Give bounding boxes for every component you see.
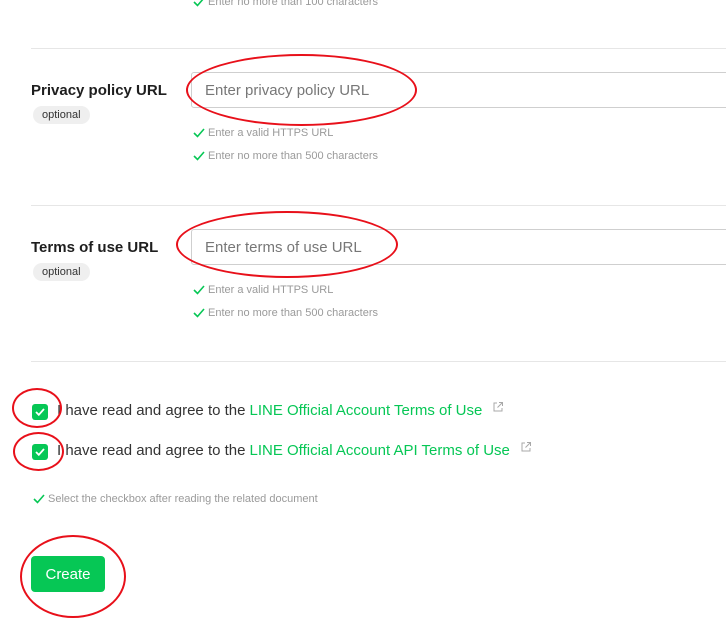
check-icon — [193, 308, 205, 318]
line-terms-of-use-link[interactable]: LINE Official Account Terms of Use — [249, 402, 482, 419]
terms-agreement-row: I have read and agree to the LINE Offici… — [57, 401, 504, 419]
check-icon — [193, 151, 205, 161]
section-divider — [31, 205, 726, 206]
length-hint: Enter no more than 500 characters — [193, 307, 378, 319]
terms-of-use-label: Terms of use URL — [31, 239, 159, 256]
check-icon — [193, 128, 205, 138]
hint-text: Select the checkbox after reading the re… — [48, 493, 318, 505]
external-link-icon[interactable] — [520, 441, 532, 453]
hint-text: Enter no more than 500 characters — [208, 307, 378, 319]
privacy-policy-label: Privacy policy URL — [31, 82, 167, 99]
terms-of-use-checkbox[interactable] — [32, 404, 48, 420]
checkbox-hint: Select the checkbox after reading the re… — [33, 493, 318, 505]
https-hint: Enter a valid HTTPS URL — [193, 284, 333, 296]
optional-badge: optional — [33, 263, 90, 281]
check-icon — [193, 0, 204, 7]
section-divider — [31, 361, 726, 362]
length-hint: Enter no more than 500 characters — [193, 150, 378, 162]
hint-text: Enter a valid HTTPS URL — [208, 284, 334, 296]
hint-text: Enter a valid HTTPS URL — [208, 127, 334, 139]
agreement-text: I have read and agree to the — [57, 442, 246, 459]
section-divider — [31, 48, 726, 49]
external-link-icon[interactable] — [492, 401, 504, 413]
check-icon — [33, 494, 45, 504]
api-terms-checkbox[interactable] — [32, 444, 48, 460]
terms-of-use-url-input[interactable] — [191, 229, 726, 265]
top-length-hint: Enter no more than 100 characters — [193, 0, 378, 8]
line-api-terms-of-use-link[interactable]: LINE Official Account API Terms of Use — [249, 442, 509, 459]
check-icon — [35, 408, 45, 416]
agreement-text: I have read and agree to the — [57, 402, 246, 419]
privacy-policy-url-input[interactable] — [191, 72, 726, 108]
api-terms-agreement-row: I have read and agree to the LINE Offici… — [57, 441, 532, 459]
check-icon — [193, 285, 205, 295]
optional-badge: optional — [33, 106, 90, 124]
hint-text: Enter no more than 500 characters — [208, 150, 378, 162]
check-icon — [35, 448, 45, 456]
hint-text: Enter no more than 100 characters — [208, 0, 378, 8]
create-button[interactable]: Create — [31, 556, 105, 592]
https-hint: Enter a valid HTTPS URL — [193, 127, 333, 139]
